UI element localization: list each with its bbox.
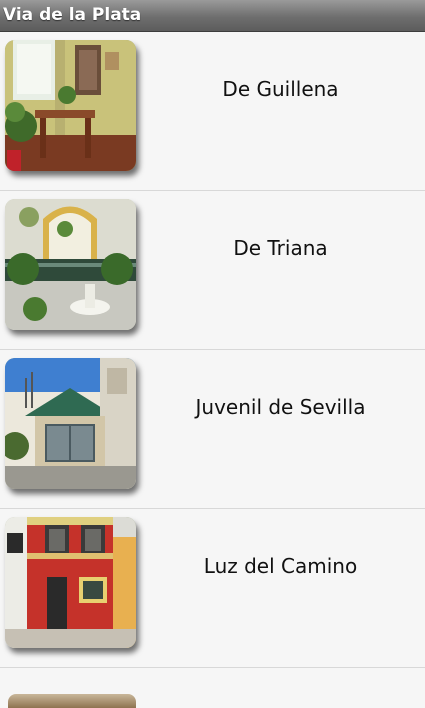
thumbnail-icon [8, 694, 136, 708]
app-title: Via de la Plata [3, 5, 142, 25]
courtyard-fountain-icon [5, 199, 136, 330]
title-bar: Via de la Plata [0, 0, 425, 32]
list-item-label: Luz del Camino [203, 554, 358, 578]
list-item-label: De Triana [233, 236, 328, 260]
list-item[interactable]: De Guillena [0, 32, 425, 191]
list-item[interactable] [0, 668, 425, 708]
interior-patio-icon [5, 40, 136, 171]
list-item[interactable]: Juvenil de Sevilla [0, 350, 425, 509]
hostel-list[interactable]: De Guillena De Triana Juvenil de Sevilla… [0, 32, 425, 708]
hostel-building-icon [5, 358, 136, 489]
red-house-facade-icon [5, 517, 136, 648]
list-item[interactable]: De Triana [0, 191, 425, 350]
list-item-label: Juvenil de Sevilla [195, 395, 366, 419]
list-item[interactable]: Luz del Camino [0, 509, 425, 668]
list-item-label: De Guillena [222, 77, 339, 101]
